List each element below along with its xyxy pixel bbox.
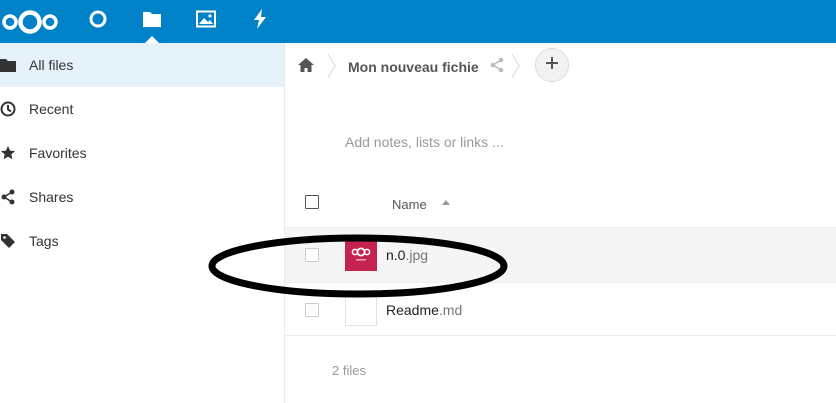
- circle-icon: [88, 9, 108, 34]
- row-checkbox[interactable]: [305, 303, 319, 317]
- file-name[interactable]: Readme.md: [386, 302, 462, 318]
- table-row[interactable]: n.0.jpg: [285, 227, 836, 283]
- sidebar-item-label: Tags: [29, 233, 59, 249]
- file-extension: .jpg: [405, 247, 429, 263]
- lightning-icon: [253, 9, 267, 34]
- app-files-button[interactable]: [138, 0, 166, 43]
- sidebar-item-favorites[interactable]: Favorites: [0, 131, 284, 175]
- breadcrumb-separator: [511, 53, 521, 84]
- sidebar-item-label: Favorites: [29, 145, 87, 161]
- file-icon[interactable]: [345, 294, 377, 326]
- clock-icon: [0, 101, 16, 117]
- folder-icon: [0, 57, 16, 73]
- app-photos-button[interactable]: [192, 0, 220, 43]
- top-header: [0, 0, 836, 43]
- nextcloud-logo-icon[interactable]: [0, 0, 60, 43]
- app-dashboard-button[interactable]: [84, 0, 112, 43]
- breadcrumb-folder[interactable]: Mon nouveau fichie: [348, 59, 479, 75]
- sidebar-item-label: All files: [29, 57, 74, 73]
- file-basename: Readme: [386, 302, 439, 318]
- share-icon[interactable]: [489, 57, 505, 78]
- sidebar-item-shares[interactable]: Shares: [0, 175, 284, 219]
- row-checkbox[interactable]: [305, 248, 319, 262]
- image-thumbnail[interactable]: [345, 239, 377, 271]
- table-divider: [285, 335, 836, 336]
- table-row[interactable]: Readme.md: [285, 282, 836, 338]
- file-extension: .md: [438, 302, 463, 318]
- sidebar-item-label: Recent: [29, 101, 74, 117]
- sidebar: All files Recent Favorites Shares Tags: [0, 43, 285, 403]
- file-count-summary: 2 files: [332, 363, 366, 378]
- breadcrumb: Mon nouveau fichie: [285, 43, 836, 89]
- breadcrumb-separator: [327, 53, 337, 84]
- file-name[interactable]: n.0.jpg: [386, 247, 428, 263]
- star-icon: [0, 145, 16, 161]
- tag-icon: [0, 233, 16, 249]
- column-name[interactable]: Name: [392, 197, 427, 212]
- sidebar-item-label: Shares: [29, 189, 74, 205]
- home-icon[interactable]: [297, 57, 315, 75]
- main-content: Mon nouveau fichie Add notes, lists or l…: [285, 43, 836, 403]
- image-icon: [196, 10, 216, 33]
- notes-placeholder[interactable]: Add notes, lists or links ...: [345, 134, 504, 150]
- folder-icon: [142, 10, 162, 33]
- plus-icon: [545, 56, 559, 75]
- sidebar-item-all-files[interactable]: All files: [0, 43, 284, 87]
- sort-ascending-icon[interactable]: [442, 200, 450, 205]
- file-basename: n.0: [386, 247, 406, 263]
- share-icon: [0, 189, 16, 205]
- sidebar-item-recent[interactable]: Recent: [0, 87, 284, 131]
- select-all-checkbox[interactable]: [305, 195, 319, 209]
- active-indicator: [145, 36, 159, 43]
- app-activity-button[interactable]: [246, 0, 274, 43]
- sidebar-item-tags[interactable]: Tags: [0, 219, 284, 263]
- table-header: Name: [285, 183, 836, 227]
- add-button[interactable]: [535, 48, 569, 82]
